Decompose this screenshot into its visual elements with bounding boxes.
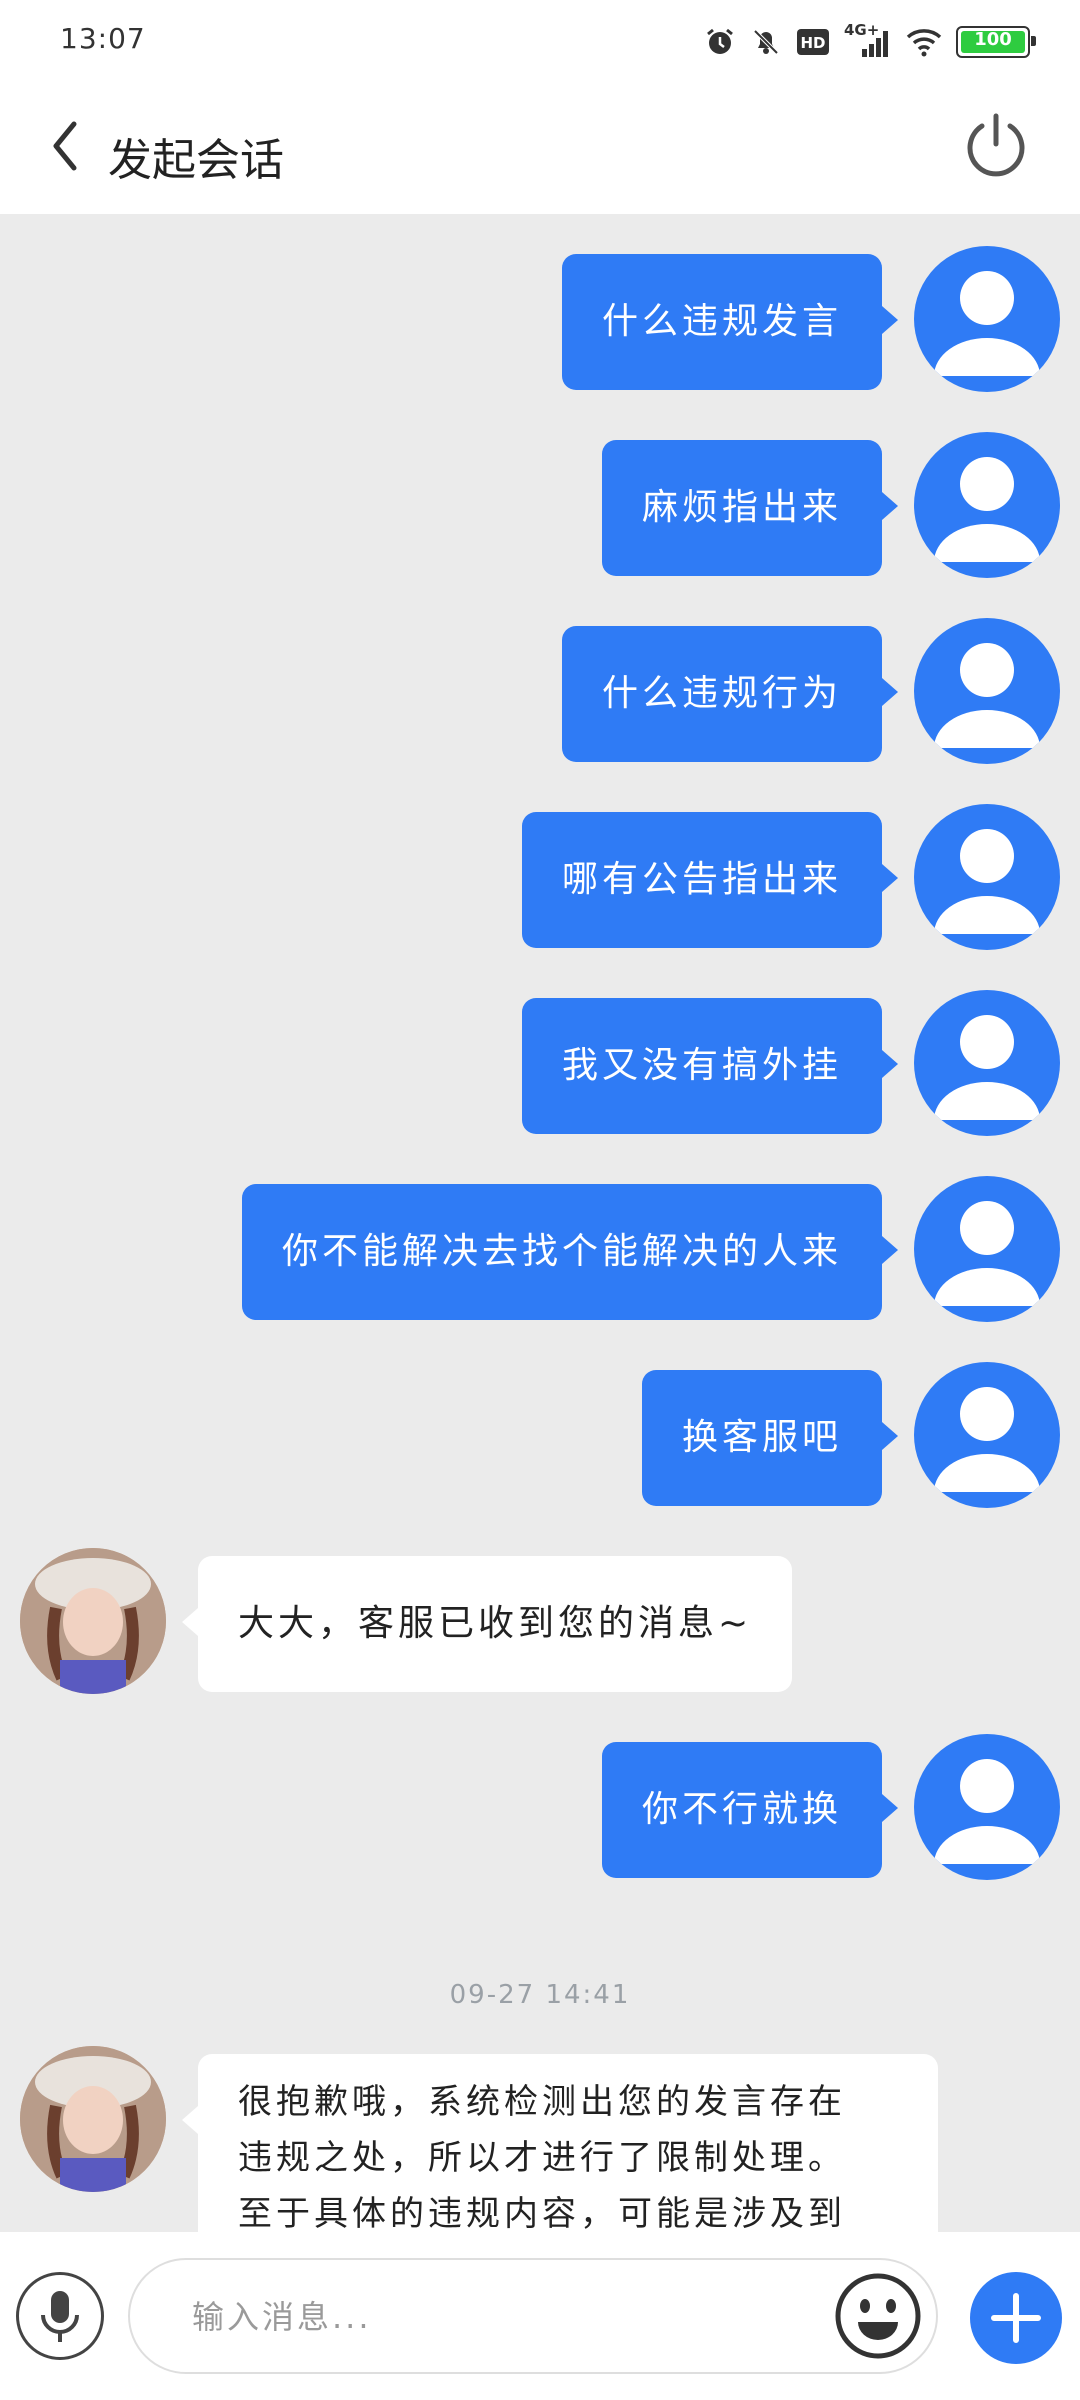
user-avatar-icon <box>934 1015 1040 1120</box>
user-avatar[interactable] <box>914 1734 1060 1880</box>
agent-avatar-image <box>20 1548 166 1694</box>
outgoing-bubble[interactable]: 你不行就换 <box>601 1742 899 1878</box>
user-avatar[interactable] <box>914 618 1060 764</box>
input-bar <box>0 2232 1080 2400</box>
alarm-icon <box>707 28 733 54</box>
outgoing-bubble[interactable]: 麻烦指出来 <box>601 440 899 576</box>
message-input[interactable] <box>190 2260 814 2374</box>
signal-indicator: 4G+ <box>844 21 892 59</box>
user-avatar[interactable] <box>914 804 1060 950</box>
page-title: 发起会话 <box>108 135 284 186</box>
message-line: 违规之处，所以才进行了限制处理。 <box>238 2138 846 2178</box>
outgoing-bubble[interactable]: 你不能解决去找个能解决的人来 <box>241 1184 899 1320</box>
battery-icon: 100 <box>956 26 1036 58</box>
outgoing-bubble[interactable]: 换客服吧 <box>641 1370 899 1506</box>
battery-level: 100 <box>974 29 1012 50</box>
plus-icon <box>991 2293 1041 2343</box>
agent-avatar-image <box>20 2046 166 2192</box>
app-header: 发起会话 <box>0 84 1080 214</box>
status-time: 13:07 <box>60 22 146 55</box>
status-icons: HD 4G+ 100 <box>704 21 1036 62</box>
user-avatar[interactable] <box>914 432 1060 578</box>
user-avatar[interactable] <box>914 1362 1060 1508</box>
incoming-bubble[interactable]: 大大，客服已收到您的消息~ <box>181 1556 793 1692</box>
outgoing-bubble[interactable]: 哪有公告指出来 <box>521 812 899 948</box>
outgoing-bubble[interactable]: 什么违规行为 <box>561 626 899 762</box>
chat-area[interactable]: 什么违规发言 麻烦指出来 什么违规行为 哪有公告指出来 我又没有搞外挂 你不能解… <box>0 214 1080 2232</box>
user-avatar-icon <box>934 1201 1040 1306</box>
message-input-box[interactable] <box>128 2258 938 2374</box>
user-avatar[interactable] <box>914 990 1060 1136</box>
signal-icon <box>862 31 888 57</box>
agent-avatar[interactable] <box>20 2046 166 2192</box>
power-icon <box>967 113 1025 177</box>
status-bar: 13:07 HD 4G+ 100 <box>0 0 1080 84</box>
chevron-left-icon <box>53 121 77 171</box>
mute-bell-icon <box>753 29 779 55</box>
timestamp: 09-27 14:41 <box>449 1980 631 2010</box>
user-avatar-icon <box>934 271 1040 376</box>
user-avatar-icon <box>934 643 1040 748</box>
add-button[interactable] <box>970 2272 1062 2364</box>
incoming-bubble[interactable]: 很抱歉哦，系统检测出您的发言存在 违规之处，所以才进行了限制处理。 至于具体的违… <box>182 2054 938 2232</box>
agent-avatar[interactable] <box>20 1548 166 1694</box>
voice-button[interactable] <box>16 2272 104 2360</box>
user-avatar-icon <box>934 1759 1040 1864</box>
user-avatar[interactable] <box>914 1176 1060 1322</box>
user-avatar[interactable] <box>914 246 1060 392</box>
hd-icon: HD <box>797 29 829 55</box>
user-avatar-icon <box>934 1387 1040 1492</box>
power-button[interactable] <box>960 110 1032 182</box>
user-avatar-icon <box>934 457 1040 562</box>
outgoing-bubble[interactable]: 什么违规发言 <box>561 254 899 390</box>
wifi-icon <box>906 29 942 57</box>
message-line: 至于具体的违规内容，可能是涉及到 <box>238 2194 846 2232</box>
emoji-button[interactable] <box>832 2270 924 2362</box>
microphone-icon <box>41 2291 79 2342</box>
user-avatar-icon <box>934 829 1040 934</box>
outgoing-bubble[interactable]: 我又没有搞外挂 <box>521 998 899 1134</box>
smiley-icon <box>835 2273 921 2359</box>
back-button[interactable] <box>40 116 90 176</box>
svg-text:HD: HD <box>800 34 825 52</box>
message-line: 很抱歉哦，系统检测出您的发言存在 <box>238 2082 846 2122</box>
